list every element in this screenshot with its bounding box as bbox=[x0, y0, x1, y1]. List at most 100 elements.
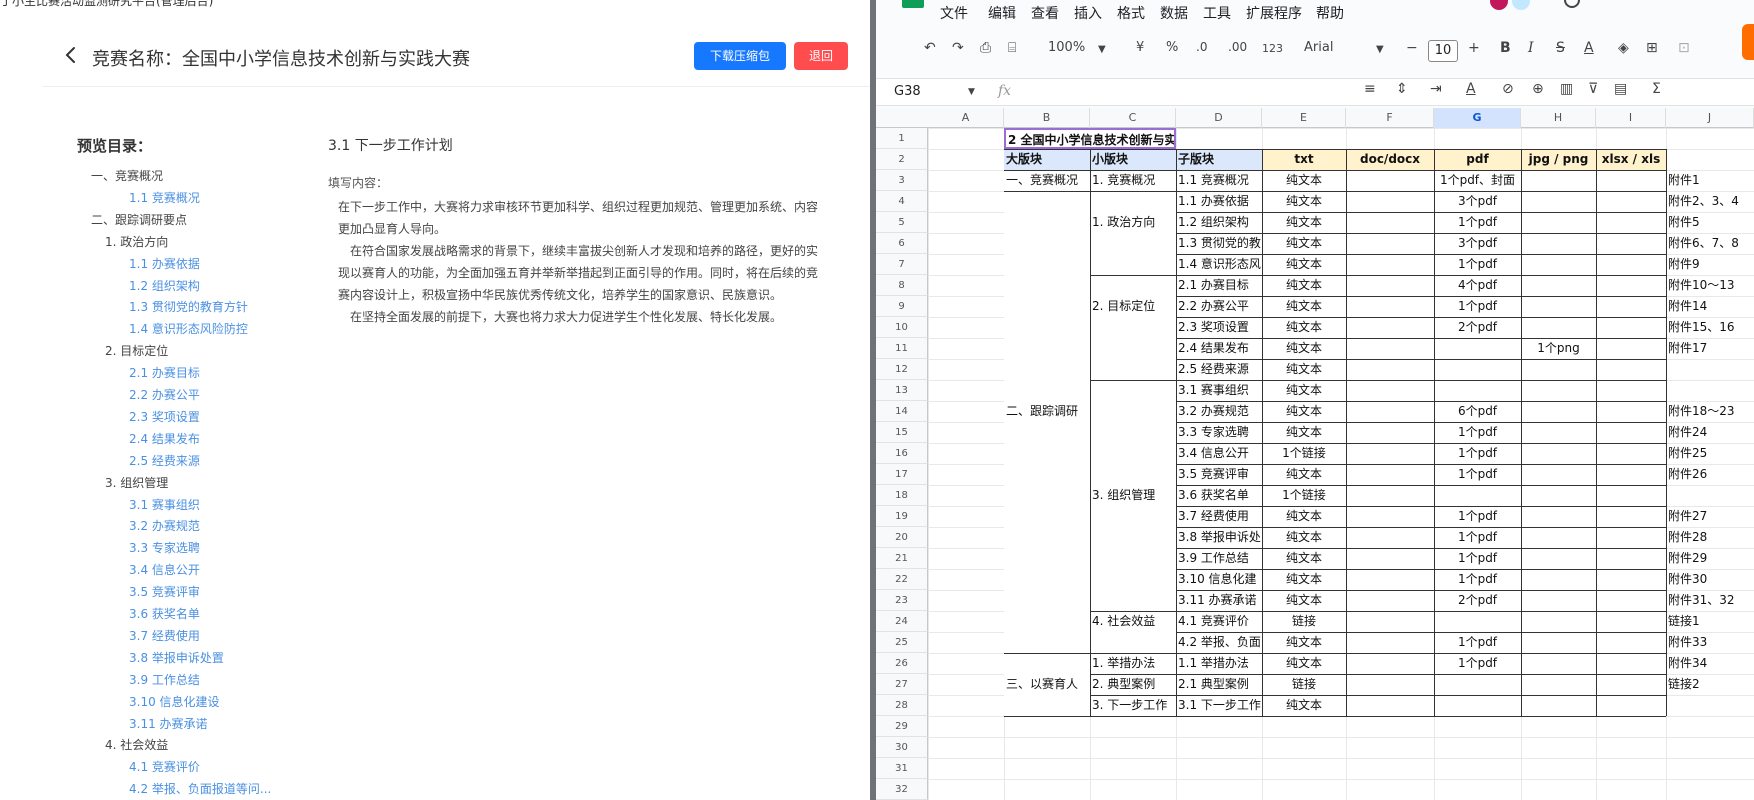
toc-link[interactable]: 1.1 竞赛概况 bbox=[129, 189, 200, 206]
doc-cell[interactable] bbox=[1346, 275, 1434, 296]
attachment-cell[interactable]: 附件14 bbox=[1666, 296, 1754, 317]
attachment-cell[interactable]: 附件2、3、4 bbox=[1666, 191, 1754, 212]
comment-icon[interactable]: ⊕ bbox=[1532, 81, 1544, 97]
column-title-cell[interactable]: xlsx / xls bbox=[1596, 149, 1666, 170]
doc-cell[interactable] bbox=[1346, 191, 1434, 212]
subsection-cell[interactable]: 1. 政治方向 bbox=[1090, 191, 1176, 275]
row-header[interactable]: 20 bbox=[876, 527, 928, 548]
column-title-cell[interactable]: pdf bbox=[1434, 149, 1521, 170]
print-icon[interactable]: ⎙ bbox=[980, 40, 991, 56]
pdf-cell[interactable]: 1个pdf bbox=[1434, 254, 1521, 275]
image-cell[interactable] bbox=[1521, 611, 1596, 632]
row-header[interactable]: 8 bbox=[876, 275, 928, 296]
row-header[interactable]: 4 bbox=[876, 191, 928, 212]
image-cell[interactable] bbox=[1521, 359, 1596, 380]
doc-cell[interactable] bbox=[1346, 233, 1434, 254]
row-header[interactable]: 10 bbox=[876, 317, 928, 338]
row-header[interactable]: 14 bbox=[876, 401, 928, 422]
column-title-cell[interactable]: 大版块 bbox=[1004, 149, 1090, 170]
txt-cell[interactable]: 纯文本 bbox=[1262, 590, 1346, 611]
image-cell[interactable] bbox=[1521, 527, 1596, 548]
pdf-cell[interactable]: 2个pdf bbox=[1434, 590, 1521, 611]
row-header[interactable]: 3 bbox=[876, 170, 928, 191]
vertical-align-icon[interactable]: ⇕ bbox=[1396, 81, 1408, 97]
table-title-cell[interactable]: 2 全国中小学信息技术创新与实践大赛 bbox=[1004, 128, 1176, 149]
row-header[interactable]: 17 bbox=[876, 464, 928, 485]
txt-cell[interactable]: 纯文本 bbox=[1262, 506, 1346, 527]
font-size-decrease-icon[interactable]: − bbox=[1406, 40, 1418, 56]
avatar[interactable] bbox=[1490, 0, 1508, 10]
toc-link[interactable]: 1.3 贯彻党的教育方针 bbox=[129, 298, 248, 315]
row-header[interactable]: 12 bbox=[876, 359, 928, 380]
pdf-cell[interactable] bbox=[1434, 485, 1521, 506]
doc-cell[interactable] bbox=[1346, 380, 1434, 401]
menu-view[interactable]: 查看 bbox=[1031, 3, 1059, 23]
doc-cell[interactable] bbox=[1346, 590, 1434, 611]
pdf-cell[interactable] bbox=[1434, 380, 1521, 401]
subblock-cell[interactable]: 3.2 办赛规范 bbox=[1176, 401, 1262, 422]
italic-icon[interactable]: I bbox=[1528, 40, 1534, 56]
functions-icon[interactable]: Σ bbox=[1652, 81, 1661, 97]
toc-link[interactable]: 3.5 竞赛评审 bbox=[129, 583, 200, 600]
txt-cell[interactable]: 1个链接 bbox=[1262, 485, 1346, 506]
pdf-cell[interactable]: 1个pdf bbox=[1434, 296, 1521, 317]
subblock-cell[interactable]: 2.3 奖项设置 bbox=[1176, 317, 1262, 338]
row-header[interactable]: 18 bbox=[876, 485, 928, 506]
txt-cell[interactable]: 纯文本 bbox=[1262, 632, 1346, 653]
pdf-cell[interactable] bbox=[1434, 611, 1521, 632]
image-cell[interactable] bbox=[1521, 653, 1596, 674]
attachment-cell[interactable]: 附件30 bbox=[1666, 569, 1754, 590]
image-cell[interactable] bbox=[1521, 254, 1596, 275]
subblock-cell[interactable]: 3.10 信息化建 bbox=[1176, 569, 1262, 590]
merge-cells-icon[interactable]: ⊡ bbox=[1678, 40, 1690, 56]
undo-icon[interactable]: ↶ bbox=[924, 40, 936, 56]
menu-format[interactable]: 格式 bbox=[1117, 3, 1145, 23]
toc-link[interactable]: 1.2 组织架构 bbox=[129, 277, 200, 294]
chevron-down-icon[interactable]: ▼ bbox=[1098, 44, 1106, 55]
column-title-cell[interactable]: 子版块 bbox=[1176, 149, 1262, 170]
row-header[interactable]: 21 bbox=[876, 548, 928, 569]
xlsx-cell[interactable] bbox=[1596, 485, 1666, 506]
subblock-cell[interactable]: 3.7 经费使用 bbox=[1176, 506, 1262, 527]
image-cell[interactable] bbox=[1521, 485, 1596, 506]
chevron-down-icon[interactable]: ▼ bbox=[968, 87, 975, 97]
pdf-cell[interactable]: 1个pdf bbox=[1434, 632, 1521, 653]
pdf-cell[interactable] bbox=[1434, 359, 1521, 380]
image-cell[interactable] bbox=[1521, 632, 1596, 653]
xlsx-cell[interactable] bbox=[1596, 443, 1666, 464]
pdf-cell[interactable]: 4个pdf bbox=[1434, 275, 1521, 296]
row-header[interactable]: 25 bbox=[876, 632, 928, 653]
txt-cell[interactable]: 纯文本 bbox=[1262, 296, 1346, 317]
doc-cell[interactable] bbox=[1346, 506, 1434, 527]
bold-icon[interactable]: B bbox=[1500, 40, 1511, 56]
xlsx-cell[interactable] bbox=[1596, 254, 1666, 275]
font-select[interactable]: Arial bbox=[1304, 40, 1333, 55]
spreadsheet-grid[interactable]: ABCDEFGHIJ 1 2 3 4 5 6 7 8 9 10 11 12 13 14 15 16 17 18 19… bbox=[876, 108, 1754, 800]
subblock-cell[interactable]: 3.6 获奖名单 bbox=[1176, 485, 1262, 506]
xlsx-cell[interactable] bbox=[1596, 170, 1666, 191]
subblock-cell[interactable]: 1.1 竞赛概况 bbox=[1176, 170, 1262, 191]
row-header[interactable]: 11 bbox=[876, 338, 928, 359]
xlsx-cell[interactable] bbox=[1596, 296, 1666, 317]
row-header[interactable]: 2 bbox=[876, 149, 928, 170]
pdf-cell[interactable]: 6个pdf bbox=[1434, 401, 1521, 422]
attachment-cell[interactable]: 附件24 bbox=[1666, 422, 1754, 443]
xlsx-cell[interactable] bbox=[1596, 569, 1666, 590]
pdf-cell[interactable]: 3个pdf bbox=[1434, 233, 1521, 254]
attachment-cell[interactable] bbox=[1666, 695, 1754, 716]
toc-link[interactable]: 3.1 赛事组织 bbox=[129, 496, 200, 513]
section-cell[interactable]: 二、跟踪调研 bbox=[1004, 191, 1090, 653]
text-color-icon[interactable]: A bbox=[1584, 40, 1594, 56]
xlsx-cell[interactable] bbox=[1596, 506, 1666, 527]
subblock-cell[interactable]: 2.4 结果发布 bbox=[1176, 338, 1262, 359]
toc-link[interactable]: 3.7 经费使用 bbox=[129, 627, 200, 644]
doc-cell[interactable] bbox=[1346, 674, 1434, 695]
link-icon[interactable]: ⊘ bbox=[1502, 81, 1514, 97]
attachment-cell[interactable]: 附件18～23 bbox=[1666, 401, 1754, 422]
toc-link[interactable]: 3.4 信息公开 bbox=[129, 561, 200, 578]
font-size-input[interactable]: 10 bbox=[1428, 40, 1458, 62]
xlsx-cell[interactable] bbox=[1596, 464, 1666, 485]
image-cell[interactable] bbox=[1521, 170, 1596, 191]
toc-link[interactable]: 2.3 奖项设置 bbox=[129, 408, 200, 425]
subblock-cell[interactable]: 3.8 举报申诉处 bbox=[1176, 527, 1262, 548]
